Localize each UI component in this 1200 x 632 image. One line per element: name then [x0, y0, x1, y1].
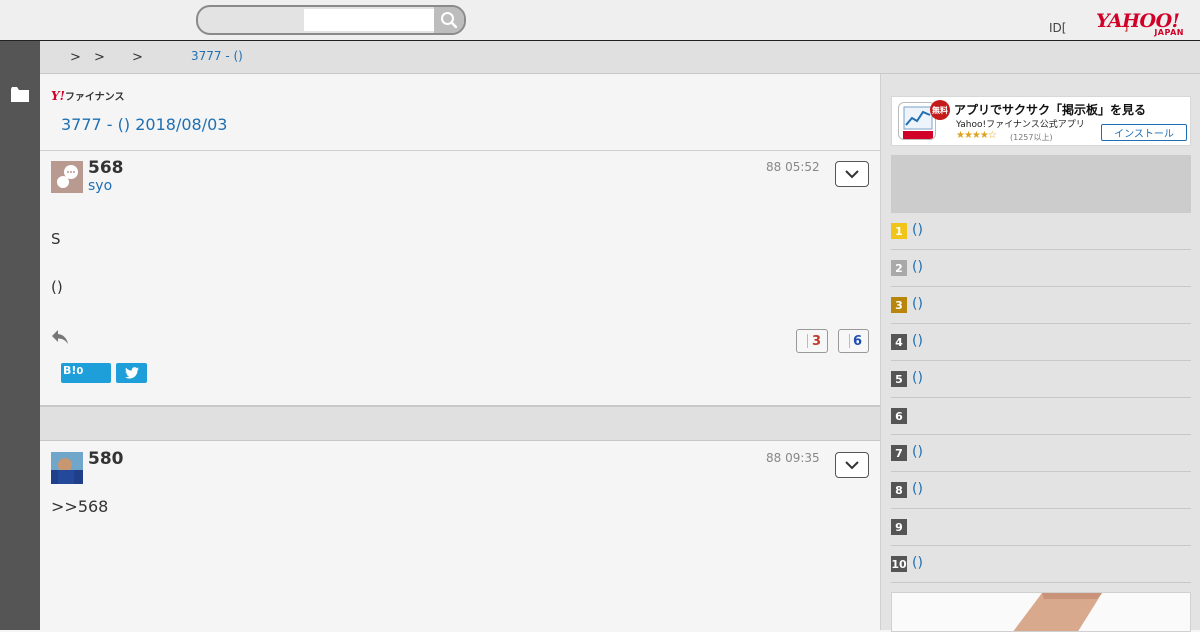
chevron-down-icon — [845, 460, 859, 469]
app-promo-title: アプリでサクサク「掲示板」を見る — [954, 103, 1147, 117]
ranking-link[interactable]: () — [912, 370, 923, 386]
twitter-share-button[interactable] — [116, 363, 147, 383]
app-promo-subtitle: Yahoo!ファイナンス公式アプリ — [956, 120, 1085, 130]
post-username[interactable]: syo — [88, 178, 112, 194]
post-menu-button[interactable] — [835, 161, 869, 187]
avatar[interactable] — [51, 161, 83, 193]
ranking-link[interactable]: () — [912, 444, 923, 460]
disagree-vote-button[interactable]: 6 — [838, 329, 869, 353]
search-button[interactable] — [434, 7, 464, 33]
divider — [40, 150, 880, 151]
rank-badge: 6 — [891, 408, 907, 424]
yahoo-japan-logo[interactable]: YAHOO! JAPAN — [1096, 11, 1188, 37]
hatena-label: B! — [63, 364, 77, 377]
twitter-icon — [124, 367, 139, 379]
rating-count: (1257以上) — [1010, 133, 1053, 142]
ranking-list: 1 () 2 () 3 () 4 () 5 () 6 7 () 8 () 9 1… — [891, 213, 1191, 583]
rank-badge: 2 — [891, 260, 907, 276]
ranking-link[interactable]: () — [912, 481, 923, 497]
left-rail — [0, 41, 40, 630]
ad-image — [892, 593, 1190, 631]
ranking-item: 4 () — [891, 324, 1191, 361]
folder-icon[interactable] — [11, 87, 29, 102]
post-body: () — [51, 278, 63, 296]
bottom-ad-image[interactable] — [891, 592, 1191, 632]
ranking-link[interactable]: () — [912, 296, 923, 312]
post-menu-button[interactable] — [835, 452, 869, 478]
rating-stars: ★★★★☆ — [956, 130, 997, 141]
post-body: >>568 — [51, 497, 109, 516]
ranking-item: 8 () — [891, 472, 1191, 509]
install-button[interactable]: インストール — [1101, 124, 1187, 141]
rank-badge: 3 — [891, 297, 907, 313]
finance-logo-text: ファイナンス — [64, 92, 125, 103]
section-separator — [40, 405, 880, 441]
finance-logo-mark: Y! — [51, 89, 65, 103]
rank-badge: 7 — [891, 445, 907, 461]
ranking-item: 5 () — [891, 361, 1191, 398]
breadcrumb-separator: > — [70, 50, 81, 65]
hatena-bookmark-button[interactable]: B!0 — [61, 363, 111, 383]
breadcrumb: > > > 3777 - () — [40, 41, 1200, 74]
search-icon — [441, 12, 458, 29]
post-number[interactable]: 580 — [88, 449, 124, 469]
top-bar: ID[ ] YAHOO! JAPAN — [0, 0, 1200, 41]
rank-badge: 5 — [891, 371, 907, 387]
finance-logo[interactable]: Y!ファイナンス — [51, 88, 124, 103]
ranking-link[interactable]: () — [912, 259, 923, 275]
post-body: S — [51, 230, 61, 248]
app-promo-banner[interactable]: 無料 アプリでサクサク「掲示板」を見る Yahoo!ファイナンス公式アプリ ★★… — [891, 96, 1191, 146]
search-input[interactable] — [304, 9, 434, 31]
rank-badge: 8 — [891, 482, 907, 498]
reply-icon[interactable] — [51, 329, 69, 345]
chevron-down-icon — [845, 169, 859, 178]
free-badge: 無料 — [930, 100, 950, 120]
avatar[interactable] — [51, 452, 83, 484]
japan-logo-text: JAPAN — [1154, 28, 1184, 37]
thread-title[interactable]: 3777 - () 2018/08/03 — [61, 115, 227, 134]
rank-badge: 1 — [891, 223, 907, 239]
post-timestamp: 88 09:35 — [766, 451, 820, 465]
search-box — [196, 5, 466, 35]
rank-badge: 4 — [891, 334, 907, 350]
ranking-item: 7 () — [891, 435, 1191, 472]
ad-placeholder — [891, 155, 1191, 213]
ranking-item: 9 — [891, 509, 1191, 546]
main-content: Y!ファイナンス 3777 - () 2018/08/03 568 syo 88… — [40, 74, 880, 630]
ranking-item: 3 () — [891, 287, 1191, 324]
ranking-item: 2 () — [891, 250, 1191, 287]
ranking-item: 10 () — [891, 546, 1191, 583]
post-number[interactable]: 568 — [88, 158, 124, 178]
rank-badge: 9 — [891, 519, 907, 535]
hatena-count: 0 — [76, 366, 84, 377]
ranking-item: 6 — [891, 398, 1191, 435]
breadcrumb-separator: > — [132, 50, 143, 65]
ranking-link[interactable]: () — [912, 333, 923, 349]
rank-badge: 10 — [891, 556, 907, 572]
ranking-link[interactable]: () — [912, 555, 923, 571]
agree-vote-button[interactable]: 3 — [796, 329, 828, 353]
ranking-link[interactable]: () — [912, 222, 923, 238]
ranking-item: 1 () — [891, 213, 1191, 250]
breadcrumb-current-link[interactable]: 3777 - () — [191, 49, 243, 63]
login-link[interactable]: ID[ — [1049, 21, 1066, 35]
breadcrumb-separator: > — [94, 50, 105, 65]
post-timestamp: 88 05:52 — [766, 160, 820, 174]
sidebar: 無料 アプリでサクサク「掲示板」を見る Yahoo!ファイナンス公式アプリ ★★… — [880, 74, 1200, 632]
